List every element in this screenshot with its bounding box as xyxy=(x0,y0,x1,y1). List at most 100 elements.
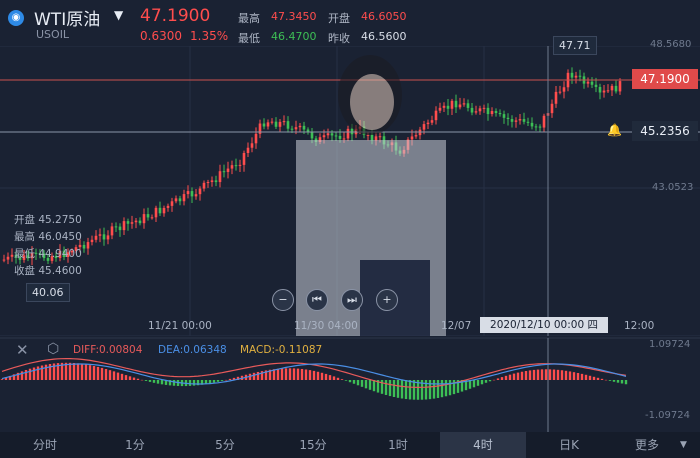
zoom-out-button[interactable]: − xyxy=(272,289,294,311)
candle-body xyxy=(286,121,290,129)
ohlc-low: 44.9400 xyxy=(38,248,82,260)
candle-body xyxy=(222,171,226,173)
prevclose-label: 昨收 xyxy=(328,32,350,45)
candle-body xyxy=(614,85,618,92)
macd-bar xyxy=(312,370,316,380)
tab-1h[interactable]: 1时 xyxy=(356,432,440,458)
tab-15m[interactable]: 15分 xyxy=(270,432,356,458)
macd-bar xyxy=(352,380,356,384)
candle-body xyxy=(430,120,434,123)
macd-bar xyxy=(592,376,596,380)
candle-body xyxy=(482,107,486,109)
macd-bar xyxy=(620,380,624,384)
macd-bar xyxy=(580,373,584,380)
price-change: 0.6300 xyxy=(140,29,182,43)
macd-bar xyxy=(608,380,612,381)
macd-bar xyxy=(100,367,104,380)
candle-body xyxy=(570,72,574,78)
candle-body xyxy=(330,133,334,136)
macd-bar xyxy=(488,380,492,382)
bell-icon[interactable]: 🔔 xyxy=(607,123,622,137)
candle-body xyxy=(194,194,198,197)
candle-body xyxy=(242,153,246,165)
macd-bar xyxy=(392,380,396,398)
candle-body xyxy=(442,105,446,108)
symbol-icon: ◉ xyxy=(8,10,24,26)
candle-body xyxy=(370,134,374,141)
macd-bar xyxy=(280,368,284,380)
macd-bar xyxy=(576,372,580,380)
scroll-left-button[interactable]: ⏮ xyxy=(306,289,328,311)
close-icon[interactable]: ✕ xyxy=(16,341,29,359)
ohlc-high: 46.0450 xyxy=(38,231,82,243)
candle-body xyxy=(602,90,606,93)
tab-daily[interactable]: 日K xyxy=(526,432,612,458)
candle-body xyxy=(110,226,114,236)
candle-body xyxy=(166,205,170,208)
candle-body xyxy=(486,107,490,115)
candle-body xyxy=(434,110,438,121)
candle-body xyxy=(142,214,146,224)
peak-label: 47.71 xyxy=(553,36,597,55)
macd-bar xyxy=(480,380,484,385)
last-price: 47.1900 xyxy=(140,6,211,26)
macd-bar xyxy=(36,366,40,380)
macd-bar xyxy=(324,373,328,380)
macd-bar xyxy=(212,380,216,383)
candle-body xyxy=(154,207,158,218)
symbol-name[interactable]: WTI原油 xyxy=(34,5,100,30)
candle-body xyxy=(562,87,566,92)
ohlc-close-label: 收盘 xyxy=(14,265,35,277)
tab-1m[interactable]: 1分 xyxy=(90,432,180,458)
tab-fenshi[interactable]: 分时 xyxy=(0,432,90,458)
candle-body xyxy=(118,226,122,231)
macd-bar xyxy=(404,380,408,400)
candle-body xyxy=(478,108,482,112)
candle-body xyxy=(598,86,602,93)
macd-bar xyxy=(600,378,604,380)
candle-body xyxy=(122,221,126,231)
chevron-down-icon[interactable]: ▼ xyxy=(680,440,687,450)
macd-bar xyxy=(556,369,560,380)
macd-bar xyxy=(432,380,436,399)
settings-icon[interactable]: ⬡ xyxy=(47,341,59,357)
chevron-down-icon[interactable]: ▼ xyxy=(114,8,123,22)
tab-4h[interactable]: 4时 xyxy=(440,432,526,458)
macd-bar xyxy=(84,364,88,380)
macd-bar xyxy=(472,380,476,388)
macd-bar xyxy=(588,375,592,380)
low-value: 46.4700 xyxy=(271,30,317,43)
tab-more[interactable]: 更多 xyxy=(612,432,682,458)
macd-bar xyxy=(296,368,300,380)
candle-body xyxy=(346,128,350,139)
scroll-right-button[interactable]: ⏭ xyxy=(341,289,363,311)
macd-bar xyxy=(104,369,108,380)
timeframe-tabs: 分时 1分 5分 15分 1时 4时 日K 更多 ▼ xyxy=(0,432,700,458)
x-tick: 12:00 xyxy=(624,320,655,332)
candle-body xyxy=(202,182,206,189)
zoom-in-button[interactable]: + xyxy=(376,289,398,311)
candle-body xyxy=(226,168,230,172)
macd-bar xyxy=(152,380,156,383)
candle-body xyxy=(282,121,286,123)
candle-body xyxy=(414,135,418,137)
macd-bar xyxy=(444,380,448,397)
macd-bar xyxy=(80,363,84,380)
candle-body xyxy=(266,122,270,127)
candle-body xyxy=(2,259,6,261)
candle-body xyxy=(326,133,330,136)
ohlc-close: 45.4600 xyxy=(38,265,82,277)
candle-body xyxy=(526,121,530,123)
candle-body xyxy=(594,84,598,87)
alert-price-tag[interactable]: 45.2356 xyxy=(632,121,698,141)
candle-body xyxy=(290,128,294,130)
macd-bar xyxy=(228,378,232,380)
tab-5m[interactable]: 5分 xyxy=(180,432,270,458)
macd-bar xyxy=(412,380,416,400)
candle-body xyxy=(618,81,622,92)
macd-bar xyxy=(400,380,404,399)
low-marker: 40.06 xyxy=(26,283,70,302)
candle-body xyxy=(146,214,150,218)
macd-bar xyxy=(288,368,292,380)
macd-bar xyxy=(492,379,496,381)
